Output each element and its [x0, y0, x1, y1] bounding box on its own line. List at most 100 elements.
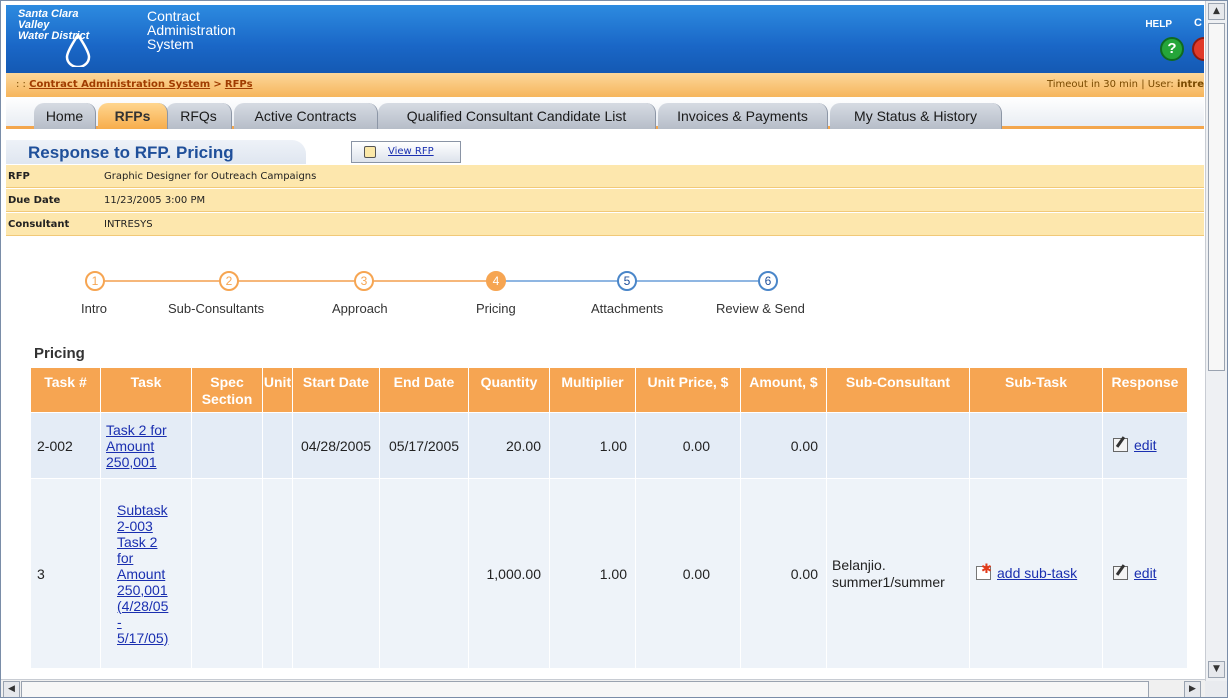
scroll-up-icon[interactable]: ▲: [1208, 3, 1225, 20]
add-sub-task-icon[interactable]: [976, 561, 992, 580]
edit-icon[interactable]: [1113, 565, 1128, 580]
sub-consultant-line2: summer1/summer: [832, 573, 945, 590]
tab-home[interactable]: Home: [34, 103, 96, 129]
app-title-line3: System: [147, 36, 194, 52]
col-sub-consultant: Sub-Consultant: [826, 367, 970, 413]
step-6-label[interactable]: Review & Send: [716, 301, 805, 316]
step-4-label: Pricing: [476, 301, 516, 316]
edit-link[interactable]: edit: [1134, 437, 1157, 453]
scroll-right-icon[interactable]: ▶: [1184, 681, 1201, 697]
task-text[interactable]: 5/17/05): [117, 630, 168, 646]
pricing-header-row: Task # Task Spec Section Unit Start Date …: [30, 367, 1188, 413]
task-text[interactable]: Task 2 for: [106, 422, 167, 438]
view-rfp-label[interactable]: View RFP: [388, 146, 434, 157]
tab-active-contracts[interactable]: Active Contracts: [234, 103, 378, 129]
consultant-label: Consultant: [8, 219, 70, 230]
table-row: 3 Subtask 2-003 Task 2 for Amount 250,001 (4/2…: [30, 478, 1188, 669]
col-response: Response: [1102, 367, 1188, 413]
cell-sub-consultant: Belanjio. summer1/summer: [826, 478, 970, 669]
edit-action[interactable]: edit: [1113, 437, 1157, 453]
step-1-label[interactable]: Intro: [81, 301, 107, 316]
document-icon: [364, 146, 376, 158]
help-icon[interactable]: ?: [1160, 37, 1184, 61]
edit-link[interactable]: edit: [1134, 565, 1157, 581]
breadcrumb-rfps-link[interactable]: RFPs: [225, 79, 253, 90]
cell-unit-price: 0.00: [635, 478, 741, 669]
tab-invoices-payments[interactable]: Invoices & Payments: [658, 103, 828, 129]
step-1-circle[interactable]: 1: [85, 271, 105, 291]
task-text[interactable]: Amount: [106, 438, 154, 454]
col-spec-line1: Spec: [210, 374, 244, 390]
edit-icon[interactable]: [1113, 437, 1128, 452]
cell-spec: [191, 412, 263, 479]
step-2-label[interactable]: Sub-Consultants: [168, 301, 264, 316]
step-6-circle[interactable]: 6: [758, 271, 778, 291]
vertical-scroll-thumb[interactable]: [1208, 23, 1225, 371]
cell-sub-task: [969, 412, 1103, 479]
tab-rfqs[interactable]: RFQs: [166, 103, 232, 129]
cell-quantity: 20.00: [468, 412, 550, 479]
breadcrumb-prefix: : :: [16, 79, 26, 90]
cell-response: edit: [1102, 412, 1188, 479]
step-3-label[interactable]: Approach: [332, 301, 388, 316]
task-link[interactable]: Task 2 for Amount 250,001: [106, 422, 167, 470]
info-rfp-row: RFP Graphic Designer for Outreach Campai…: [6, 165, 1204, 188]
logout-icon[interactable]: [1192, 37, 1204, 61]
scroll-left-icon[interactable]: ◀: [3, 681, 20, 697]
cell-end-date: [379, 478, 469, 669]
info-due-date-row: Due Date 11/23/2005 3:00 PM: [6, 189, 1204, 212]
task-text[interactable]: (4/28/05: [117, 598, 168, 614]
task-text[interactable]: 250,001: [106, 454, 157, 470]
cell-multiplier: 1.00: [549, 478, 636, 669]
task-text[interactable]: Amount: [117, 566, 165, 582]
cell-amount: 0.00: [740, 478, 827, 669]
cell-unit: [262, 412, 293, 479]
scroll-corner: [1205, 681, 1227, 697]
step-5-label[interactable]: Attachments: [591, 301, 663, 316]
horizontal-scroll-thumb[interactable]: [21, 681, 1149, 697]
timeout-text: Timeout in 30 min |: [1046, 79, 1145, 90]
step-5-circle[interactable]: 5: [617, 271, 637, 291]
add-sub-task-action[interactable]: add sub-task: [976, 561, 1077, 581]
tab-my-status-history[interactable]: My Status & History: [830, 103, 1002, 129]
task-text[interactable]: -: [117, 614, 122, 630]
breadcrumb-cas-link[interactable]: Contract Administration System: [29, 79, 210, 90]
session-info: Timeout in 30 min | User: intre: [1047, 79, 1204, 90]
col-quantity: Quantity: [468, 367, 550, 413]
task-text[interactable]: 250,001: [117, 582, 168, 598]
cell-multiplier: 1.00: [549, 412, 636, 479]
task-text[interactable]: Task 2: [117, 534, 157, 550]
pricing-table: Task # Task Spec Section Unit Start Date …: [30, 367, 1188, 669]
main-tabs: Home RFPs RFQs Active Contracts Qualifie…: [6, 97, 1204, 129]
due-date-value: 11/23/2005 3:00 PM: [104, 195, 206, 206]
edit-action[interactable]: edit: [1113, 565, 1157, 581]
pricing-section-title: Pricing: [34, 345, 85, 362]
tab-qualified-consultants[interactable]: Qualified Consultant Candidate List: [378, 103, 656, 129]
scroll-down-icon[interactable]: ▼: [1208, 661, 1225, 678]
col-unit: Unit: [262, 367, 293, 413]
app-title-line1: Contract: [147, 8, 200, 24]
task-text[interactable]: Subtask: [117, 502, 168, 518]
add-sub-task-link[interactable]: add sub-task: [997, 565, 1077, 581]
task-text[interactable]: 2-003: [117, 518, 153, 534]
info-consultant-row: Consultant INTRESYS: [6, 213, 1204, 236]
subtask-link[interactable]: Subtask 2-003 Task 2 for Amount 250,001 (4/28/…: [117, 502, 168, 646]
step-line-done: [100, 280, 488, 282]
help-link[interactable]: HELP: [1145, 19, 1172, 30]
tab-rfps[interactable]: RFPs: [98, 103, 168, 129]
rfp-label: RFP: [8, 171, 30, 182]
cell-task: Subtask 2-003 Task 2 for Amount 250,001 (4/28/…: [100, 478, 192, 669]
step-2-circle[interactable]: 2: [219, 271, 239, 291]
breadcrumb-bar: : : Contract Administration System > RFP…: [6, 73, 1204, 97]
task-text[interactable]: for: [117, 550, 133, 566]
due-date-label: Due Date: [8, 195, 61, 206]
cell-quantity: 1,000.00: [468, 478, 550, 669]
horizontal-scrollbar[interactable]: ◀ ▶: [1, 679, 1205, 697]
cell-start-date: 04/28/2005: [292, 412, 380, 479]
view-rfp-button[interactable]: View RFP: [351, 141, 461, 163]
col-sub-task: Sub-Task: [969, 367, 1103, 413]
cell-response: edit: [1102, 478, 1188, 669]
vertical-scrollbar[interactable]: ▲ ▼: [1205, 1, 1227, 681]
water-drop-icon: [65, 33, 91, 67]
step-3-circle[interactable]: 3: [354, 271, 374, 291]
